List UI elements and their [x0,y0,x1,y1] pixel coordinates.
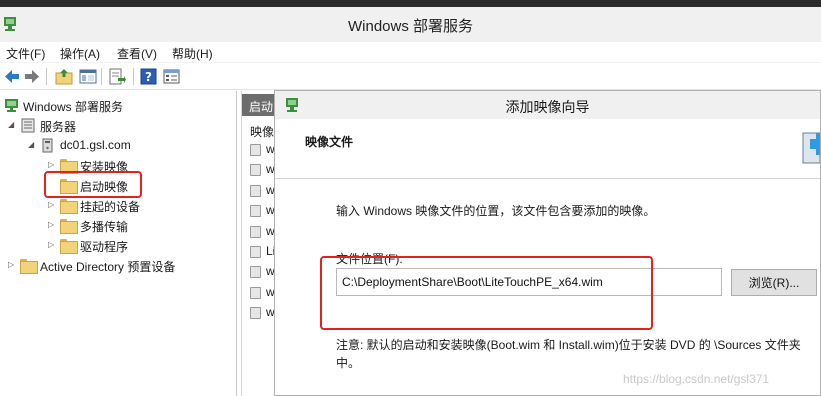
collapse-arrow-icon[interactable]: ▷ [8,260,16,270]
toolbar-separator [133,68,134,85]
toolbar: ? [0,63,821,90]
properties-icon[interactable] [163,68,181,85]
browse-button[interactable]: 浏览(R)... [731,269,817,296]
watermark: https://blog.csdn.net/gsl371 [623,372,770,386]
svg-text:?: ? [145,70,152,84]
tree-label-server: dc01.gsl.com [60,138,131,152]
folder-icon [20,258,38,274]
forward-arrow-icon[interactable] [23,68,41,85]
tree-item-pending-devices[interactable]: ▷ 挂起的设备 [48,196,208,215]
window-titlebar[interactable]: Windows 部署服务 [0,7,821,42]
image-file-icon [250,185,261,197]
folder-icon [60,198,78,214]
dialog-titlebar[interactable]: 添加映像向导 [275,91,820,119]
up-folder-icon[interactable] [55,68,73,85]
image-file-icon [250,307,261,319]
image-file-icon [250,246,261,258]
dialog-title: 添加映像向导 [505,99,590,115]
add-image-icon [802,132,820,164]
expand-arrow-icon[interactable]: ◢ [28,140,36,150]
folder-icon [60,238,78,254]
image-file-icon [250,226,261,238]
show-hide-tree-icon[interactable] [79,68,97,85]
image-file-icon [250,205,261,217]
expand-arrow-icon[interactable]: ◢ [8,120,16,130]
wizard-step-heading: 映像文件 [305,135,354,149]
toolbar-separator [101,68,102,85]
export-list-icon[interactable] [108,68,126,85]
boot-images-highlight [44,171,142,198]
console-tree: Windows 部署服务 ◢ 服务器 ◢ dc01.gsl.com ▷ 安装映像… [0,91,237,396]
tree-label-root: Windows 部署服务 [23,100,124,114]
image-file-icon [250,287,261,299]
menu-bar: 文件(F) 操作(A) 查看(V) 帮助(H) [0,42,821,63]
tree-label-pending-devices: 挂起的设备 [80,200,141,214]
image-file-icon [250,144,261,156]
tree-item-servers[interactable]: ◢ 服务器 [8,116,188,135]
collapse-arrow-icon[interactable]: ▷ [48,200,56,210]
menu-file[interactable]: 文件(F) [6,45,45,62]
collapse-arrow-icon[interactable]: ▷ [48,220,56,230]
help-icon[interactable]: ? [140,68,158,85]
tree-item-multicast[interactable]: ▷ 多播传输 [48,216,208,235]
tree-item-server[interactable]: ◢ dc01.gsl.com [28,136,208,155]
add-image-wizard-dialog: 添加映像向导 映像文件 输入 Windows 映像文件的位置，该文件包含要添加的… [274,90,821,396]
file-location-highlight [320,256,653,330]
column-header-image[interactable]: 映像 [250,123,274,140]
menu-action[interactable]: 操作(A) [60,45,100,62]
server-icon [42,138,53,153]
servers-icon [21,118,35,133]
window-title: Windows 部署服务 [347,18,474,35]
tree-item-wds-root[interactable]: Windows 部署服务 [4,96,204,115]
tree-item-active-directory[interactable]: ▷ Active Directory 预置设备 [8,256,233,275]
menu-view[interactable]: 查看(V) [117,45,157,62]
image-file-icon [250,164,261,176]
deployment-services-icon [5,99,18,112]
menu-help[interactable]: 帮助(H) [172,45,213,62]
tree-label-servers: 服务器 [40,120,77,134]
tree-item-drivers[interactable]: ▷ 驱动程序 [48,236,208,255]
wizard-header: 映像文件 [275,119,820,179]
folder-icon [60,218,78,234]
collapse-arrow-icon[interactable]: ▷ [48,240,56,250]
top-strip [0,0,821,7]
toolbar-separator [46,68,47,85]
collapse-arrow-icon[interactable]: ▷ [48,160,56,170]
tree-label-multicast: 多播传输 [80,220,129,234]
instruction-text: 输入 Windows 映像文件的位置，该文件包含要添加的映像。 [336,204,656,218]
image-file-icon [250,266,261,278]
tree-label-active-directory: Active Directory 预置设备 [40,260,176,274]
back-arrow-icon[interactable] [3,68,21,85]
note-text: 注意: 默认的启动和安装映像(Boot.wim 和 Install.wim)位于… [336,338,801,370]
tree-label-drivers: 驱动程序 [80,240,129,254]
